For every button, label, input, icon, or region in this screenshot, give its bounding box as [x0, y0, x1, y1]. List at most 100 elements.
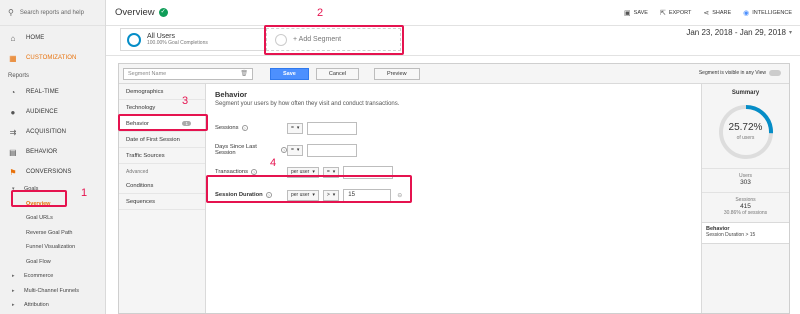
verified-check-icon: ✓ [158, 8, 168, 17]
attribution-label: Attribution [24, 302, 49, 309]
segment-text: All Users 100.00% Goal Completions [147, 33, 208, 46]
ecommerce-label: Ecommerce [24, 273, 54, 280]
intelligence-action[interactable]: ◉ INTELLIGENCE [743, 9, 792, 17]
days-since-op: = [291, 147, 294, 153]
chevron-down-icon: ▾ [296, 147, 300, 153]
nav-customization[interactable]: ▦ CUSTOMIZATION [0, 48, 105, 68]
all-users-subtitle: 100.00% Goal Completions [147, 40, 208, 46]
section-subtitle: Segment your users by how often they vis… [215, 101, 400, 107]
home-icon: ⌂ [10, 33, 16, 43]
clock-icon: ◔ [10, 87, 16, 97]
sessions-label: Sessions [215, 125, 239, 131]
sessions-stat-pct: 30.86% of sessions [723, 210, 768, 216]
funnel-visualization[interactable]: Funnel Visualization [0, 240, 105, 255]
ecommerce-group[interactable]: ▸ Ecommerce [0, 269, 105, 284]
search-placeholder: Search reports and help [19, 9, 84, 16]
nav-acquisition[interactable]: ⇉ ACQUISITION [0, 122, 105, 142]
summary-condition-text: Session Duration > 15 [706, 232, 756, 238]
segment-ring-icon [127, 32, 141, 47]
sessions-label-wrap: Sessions? [215, 125, 287, 131]
header: Overview ✓ ▣ SAVE ⇱ EXPORT ⋖ SHARE ◉ INTELLI… [106, 0, 800, 26]
users-value: 303 [740, 179, 751, 186]
preview-button[interactable]: Preview [373, 67, 420, 80]
nav-audience[interactable]: ● AUDIENCE [0, 102, 105, 122]
users-stat: Users 303 [702, 168, 789, 186]
person-icon: ● [10, 107, 16, 117]
sessions-stat-value: 415 [740, 203, 751, 210]
behavior-icon: ▤ [9, 147, 17, 157]
caret-right-icon: ▸ [12, 302, 15, 309]
chevron-down-icon: ▾ [296, 125, 300, 131]
nav-date-first-session[interactable]: Date of First Session [119, 132, 205, 148]
nav-realtime-label: REAL-TIME [26, 89, 59, 95]
nav-demographics[interactable]: Demographics [119, 84, 205, 100]
trash-icon[interactable]: 🗑 [240, 70, 248, 77]
reports-label: Reports [8, 73, 30, 79]
flag-icon: ⚑ [9, 167, 17, 177]
save-icon: ▣ [624, 10, 631, 17]
save-action[interactable]: ▣ SAVE [624, 9, 648, 17]
export-label: EXPORT [668, 10, 692, 16]
sessions-stat: Sessions 415 30.86% of sessions [702, 192, 789, 216]
segment-name-placeholder: Segment Name [128, 70, 167, 77]
all-users-title: All Users [147, 33, 176, 40]
nav-home[interactable]: ⌂ HOME [0, 28, 105, 48]
grid-icon: ▦ [9, 53, 17, 63]
highlight-session-duration [206, 175, 412, 203]
nav-acquisition-label: ACQUISITION [26, 129, 67, 135]
nav-customization-label: CUSTOMIZATION [26, 55, 77, 61]
sessions-op: = [291, 125, 294, 131]
all-users-segment[interactable]: All Users 100.00% Goal Completions [120, 28, 265, 51]
builder-toolbar: Segment Name 🗑 Save Cancel Preview Segme… [119, 64, 789, 84]
nav-sequences[interactable]: Sequences [119, 194, 205, 210]
export-action[interactable]: ⇱ EXPORT [660, 9, 691, 17]
highlight-overview [11, 190, 67, 207]
attribution-group[interactable]: ▸ Attribution [0, 298, 105, 313]
annotation-number-1: 1 [81, 187, 88, 199]
visibility-toggle[interactable] [769, 70, 781, 76]
header-actions: ▣ SAVE ⇱ EXPORT ⋖ SHARE ◉ INTELLIGENCE [624, 0, 792, 26]
nav-conversions[interactable]: ⚑ CONVERSIONS [0, 162, 105, 182]
days-since-operator[interactable]: = ▾ [287, 144, 304, 156]
date-range-picker[interactable]: Jan 23, 2018 - Jan 29, 2018 ▾ [686, 28, 792, 37]
share-icon: ⋖ [703, 10, 710, 17]
annotation-number-3: 3 [182, 95, 189, 107]
goal-flow[interactable]: Goal Flow [0, 255, 105, 270]
save-button[interactable]: Save [270, 67, 309, 80]
visibility-note: Segment is visible in any View [699, 70, 781, 76]
summary-panel: Summary 25.72% of users Users 303 Sessio… [701, 84, 789, 313]
caret-right-icon: ▸ [12, 287, 15, 294]
summary-of-label: of users [736, 135, 755, 141]
chevron-down-icon: ▾ [788, 30, 792, 36]
nav-conditions[interactable]: Conditions [119, 178, 205, 194]
cancel-button[interactable]: Cancel [315, 67, 359, 80]
highlight-behavior-tab [118, 114, 208, 131]
goal-urls[interactable]: Goal URLs [0, 211, 105, 226]
acquisition-icon: ⇉ [9, 127, 17, 137]
share-action[interactable]: ⋖ SHARE [703, 9, 731, 17]
advanced-label: Advanced [126, 169, 149, 175]
help-icon[interactable]: ? [241, 125, 248, 131]
nav-home-label: HOME [26, 35, 45, 41]
visibility-label: Segment is visible in any View [698, 70, 766, 76]
annotation-number-4: 4 [270, 157, 277, 169]
multichannel-group[interactable]: ▸ Multi-Channel Funnels [0, 284, 105, 299]
summary-condition: Behavior Session Duration > 15 [702, 222, 789, 244]
summary-donut: 25.72% of users [716, 102, 776, 162]
reverse-goal-path[interactable]: Reverse Goal Path [0, 226, 105, 241]
sidebar-search[interactable]: ⚲ Search reports and help [0, 0, 105, 26]
annotation-number-2: 2 [317, 7, 324, 19]
nav-conversions-label: CONVERSIONS [26, 169, 72, 175]
days-since-input[interactable] [307, 143, 358, 157]
nav-audience-label: AUDIENCE [26, 109, 58, 115]
nav-realtime[interactable]: ◔ REAL-TIME [0, 82, 105, 102]
segment-name-input[interactable]: Segment Name 🗑 [123, 67, 253, 80]
nav-traffic-sources[interactable]: Traffic Sources [119, 148, 205, 164]
sessions-input[interactable] [307, 121, 358, 135]
sessions-row: Sessions? = ▾ [215, 121, 358, 135]
intelligence-label: INTELLIGENCE [752, 10, 792, 16]
nav-behavior[interactable]: ▤ BEHAVIOR [0, 142, 105, 162]
share-label: SHARE [712, 10, 732, 16]
days-since-label: Days Since Last Session [215, 144, 257, 156]
sessions-operator[interactable]: = ▾ [287, 122, 304, 134]
